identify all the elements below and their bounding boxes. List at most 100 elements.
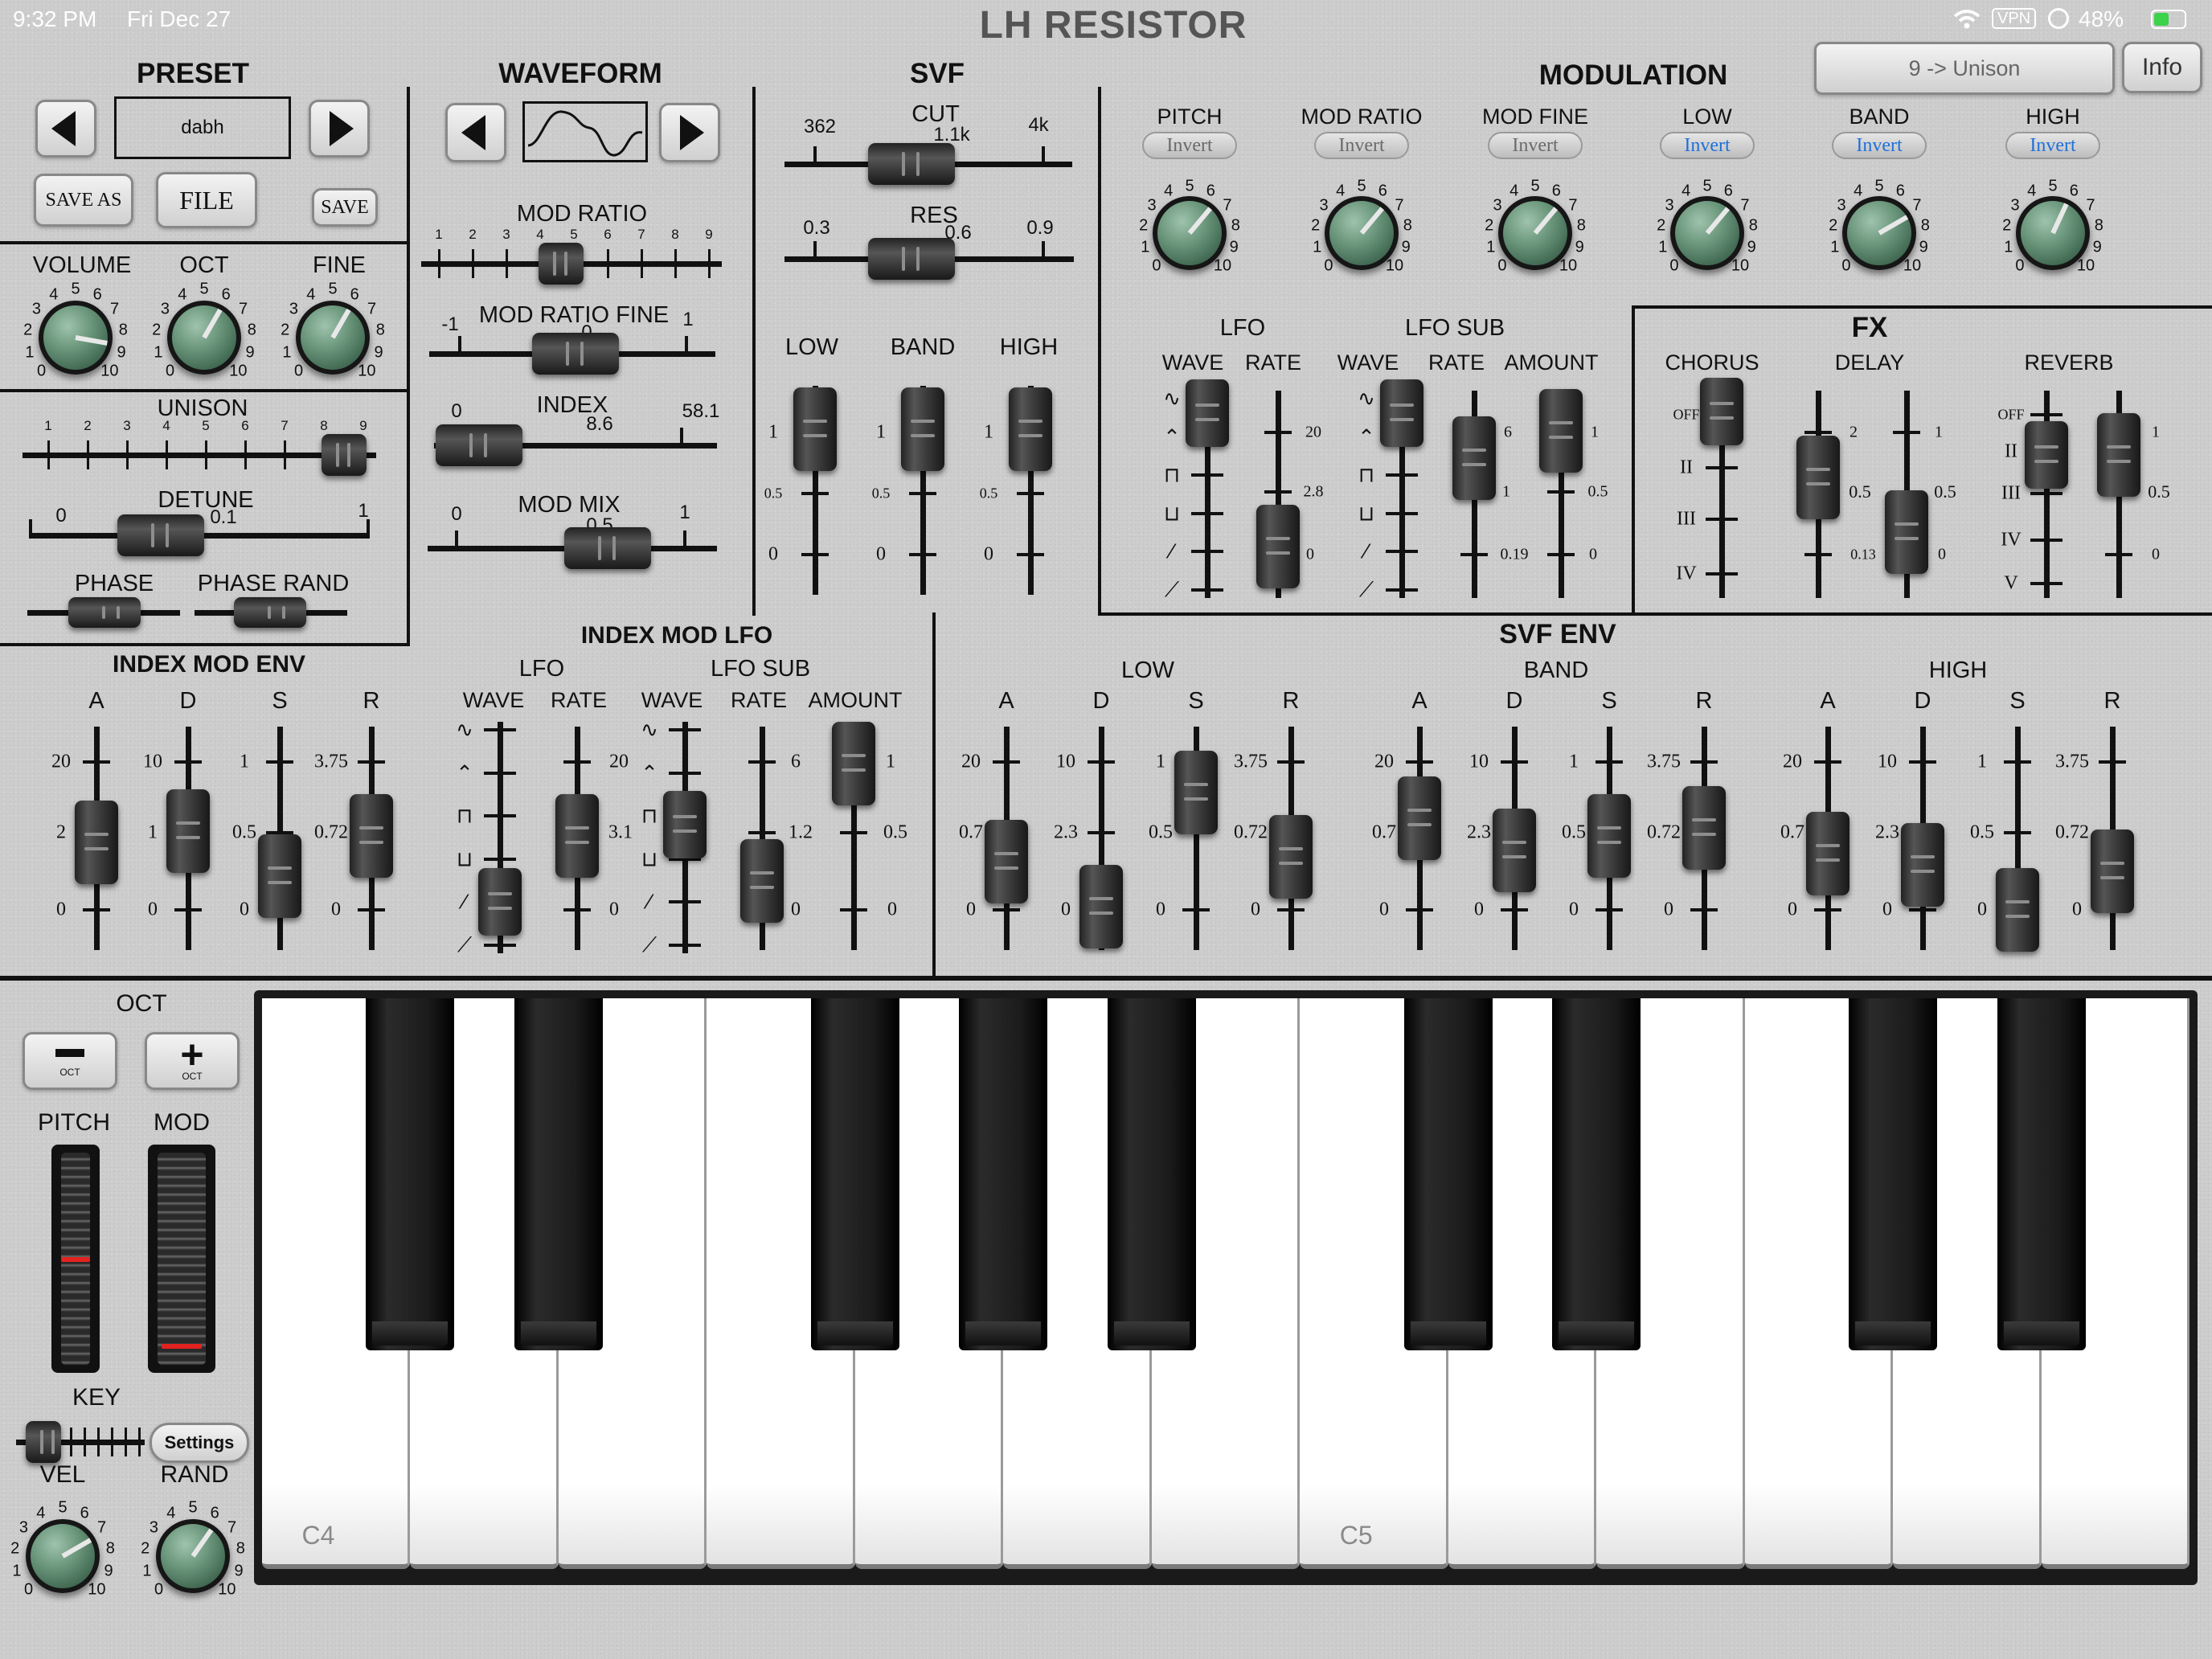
vel-knob[interactable] <box>26 1519 100 1593</box>
mod-depth-knob[interactable] <box>2016 196 2090 270</box>
tick <box>563 760 591 764</box>
svf-env-high-d-thumb[interactable] <box>1901 823 1944 907</box>
octave-up-button[interactable]: + OCT <box>145 1032 240 1090</box>
black-key[interactable] <box>514 998 603 1350</box>
black-key[interactable] <box>1849 998 1938 1350</box>
mod-lfo-sub-wave-thumb[interactable] <box>1380 379 1423 447</box>
svf-env-band-d-thumb[interactable] <box>1493 809 1536 892</box>
svf-band-thumb[interactable] <box>901 387 944 471</box>
phase-slider-thumb[interactable] <box>68 597 141 628</box>
svf-env-band-s-thumb[interactable] <box>1587 794 1631 878</box>
pitch-wheel[interactable] <box>51 1145 100 1373</box>
cut-slider-thumb[interactable] <box>868 143 955 185</box>
mod-depth-knob[interactable] <box>1842 196 1916 270</box>
knob-scale-number: 7 <box>2086 196 2095 215</box>
reverb-mode-thumb[interactable] <box>2025 421 2068 489</box>
file-button[interactable]: FILE <box>156 172 257 228</box>
svf-env-band-a-thumb[interactable] <box>1398 776 1441 860</box>
imlfo-rate-thumb[interactable] <box>555 794 599 878</box>
black-key[interactable] <box>1552 998 1641 1350</box>
mod-lfo-wave-thumb[interactable] <box>1186 379 1229 447</box>
detune-slider-thumb[interactable] <box>117 514 204 556</box>
svf-env-high-a-thumb[interactable] <box>1806 812 1849 895</box>
index-env-s-thumb[interactable] <box>258 834 301 918</box>
mod-ratio-fine-slider-thumb[interactable] <box>532 333 619 375</box>
black-key[interactable] <box>1107 998 1196 1350</box>
oct-knob[interactable] <box>167 301 241 375</box>
index-slider-thumb[interactable] <box>436 424 522 466</box>
svf-high-thumb[interactable] <box>1009 387 1052 471</box>
svf-env-high-s-thumb[interactable] <box>1996 868 2039 952</box>
preset-next-button[interactable] <box>309 100 370 158</box>
delay-feedback-thumb[interactable] <box>1885 490 1928 574</box>
octave-down-caption: OCT <box>59 1067 80 1078</box>
phase-rand-slider-thumb[interactable] <box>234 597 306 628</box>
volume-knob[interactable] <box>39 301 113 375</box>
octave-down-button[interactable]: OCT <box>23 1032 117 1090</box>
waveform-next-button[interactable] <box>659 103 720 162</box>
imlfo-sub-rate-thumb[interactable] <box>740 839 784 923</box>
tick <box>484 857 516 861</box>
tick <box>1814 760 1841 764</box>
invert-toggle[interactable]: Invert <box>1488 132 1583 159</box>
svf-env-low-d-thumb[interactable] <box>1079 865 1123 948</box>
mod-depth-knob[interactable] <box>1670 196 1744 270</box>
mod-mix-slider-thumb[interactable] <box>564 527 651 569</box>
svf-env-high-r-thumb[interactable] <box>2091 830 2134 913</box>
tick <box>174 760 202 764</box>
fine-knob[interactable] <box>296 301 370 375</box>
svf-env-low-a-thumb[interactable] <box>985 820 1028 903</box>
svf-env-low-r-thumb[interactable] <box>1269 815 1313 899</box>
key-velocity-slider-thumb[interactable] <box>26 1421 61 1463</box>
slider-scale-label: 0.5 <box>1849 481 1871 502</box>
delay-time-thumb[interactable] <box>1796 436 1840 519</box>
invert-toggle[interactable]: Invert <box>1142 132 1237 159</box>
black-key[interactable] <box>1997 998 2086 1350</box>
ramp-wave-icon: ⟋ <box>1358 577 1374 601</box>
invert-toggle[interactable]: Invert <box>2005 132 2100 159</box>
mod-ratio-slider-thumb[interactable] <box>539 243 584 285</box>
imlfo-sub-wave-thumb[interactable] <box>663 791 707 858</box>
save-as-button[interactable]: SAVE AS <box>34 174 133 227</box>
mod-wheel[interactable] <box>148 1145 215 1373</box>
mod-lfo-sub-rate-thumb[interactable] <box>1452 416 1496 500</box>
black-key[interactable] <box>810 998 899 1350</box>
info-button[interactable]: Info <box>2122 42 2202 93</box>
slider-scale-label: 20 <box>1374 751 1394 772</box>
slider-scale-label: 0.5 <box>232 821 256 843</box>
unison-slider-thumb[interactable] <box>322 434 367 476</box>
tick <box>1596 760 1623 764</box>
index-env-d-thumb[interactable] <box>166 789 210 873</box>
waveform-prev-button[interactable] <box>445 103 506 162</box>
mod-lfo-amount-thumb[interactable] <box>1539 389 1583 473</box>
chorus-mode-thumb[interactable] <box>1700 378 1743 445</box>
index-env-r-thumb[interactable] <box>350 794 393 878</box>
res-slider-thumb[interactable] <box>868 238 955 280</box>
tick <box>284 440 286 469</box>
black-key[interactable] <box>1403 998 1493 1350</box>
svf-env-band-d-label: D <box>1505 688 1523 714</box>
reverb-mix-thumb[interactable] <box>2097 413 2140 497</box>
index-env-a-thumb[interactable] <box>75 801 118 884</box>
invert-toggle[interactable]: Invert <box>1314 132 1409 159</box>
mod-depth-knob[interactable] <box>1325 196 1399 270</box>
mod-lfo-rate-thumb[interactable] <box>1256 505 1300 588</box>
imlfo-amount-thumb[interactable] <box>832 722 875 805</box>
black-key[interactable] <box>959 998 1048 1350</box>
rand-knob[interactable] <box>156 1519 230 1593</box>
mod-depth-knob[interactable] <box>1153 196 1227 270</box>
knob-scale-number: 7 <box>367 300 377 318</box>
preset-selector[interactable]: 9 -> Unison <box>1814 42 2115 95</box>
invert-toggle[interactable]: Invert <box>1832 132 1927 159</box>
svf-low-thumb[interactable] <box>793 387 837 471</box>
preset-prev-button[interactable] <box>35 100 96 158</box>
fx-mode-option: IV <box>2001 529 2022 551</box>
mod-depth-knob[interactable] <box>1498 196 1572 270</box>
invert-toggle[interactable]: Invert <box>1660 132 1755 159</box>
black-key[interactable] <box>366 998 455 1350</box>
save-button[interactable]: SAVE <box>312 188 378 227</box>
settings-button[interactable]: Settings <box>150 1423 249 1463</box>
svf-env-low-s-thumb[interactable] <box>1174 751 1218 834</box>
imlfo-wave-thumb[interactable] <box>478 868 522 936</box>
svf-env-band-r-thumb[interactable] <box>1682 786 1726 870</box>
